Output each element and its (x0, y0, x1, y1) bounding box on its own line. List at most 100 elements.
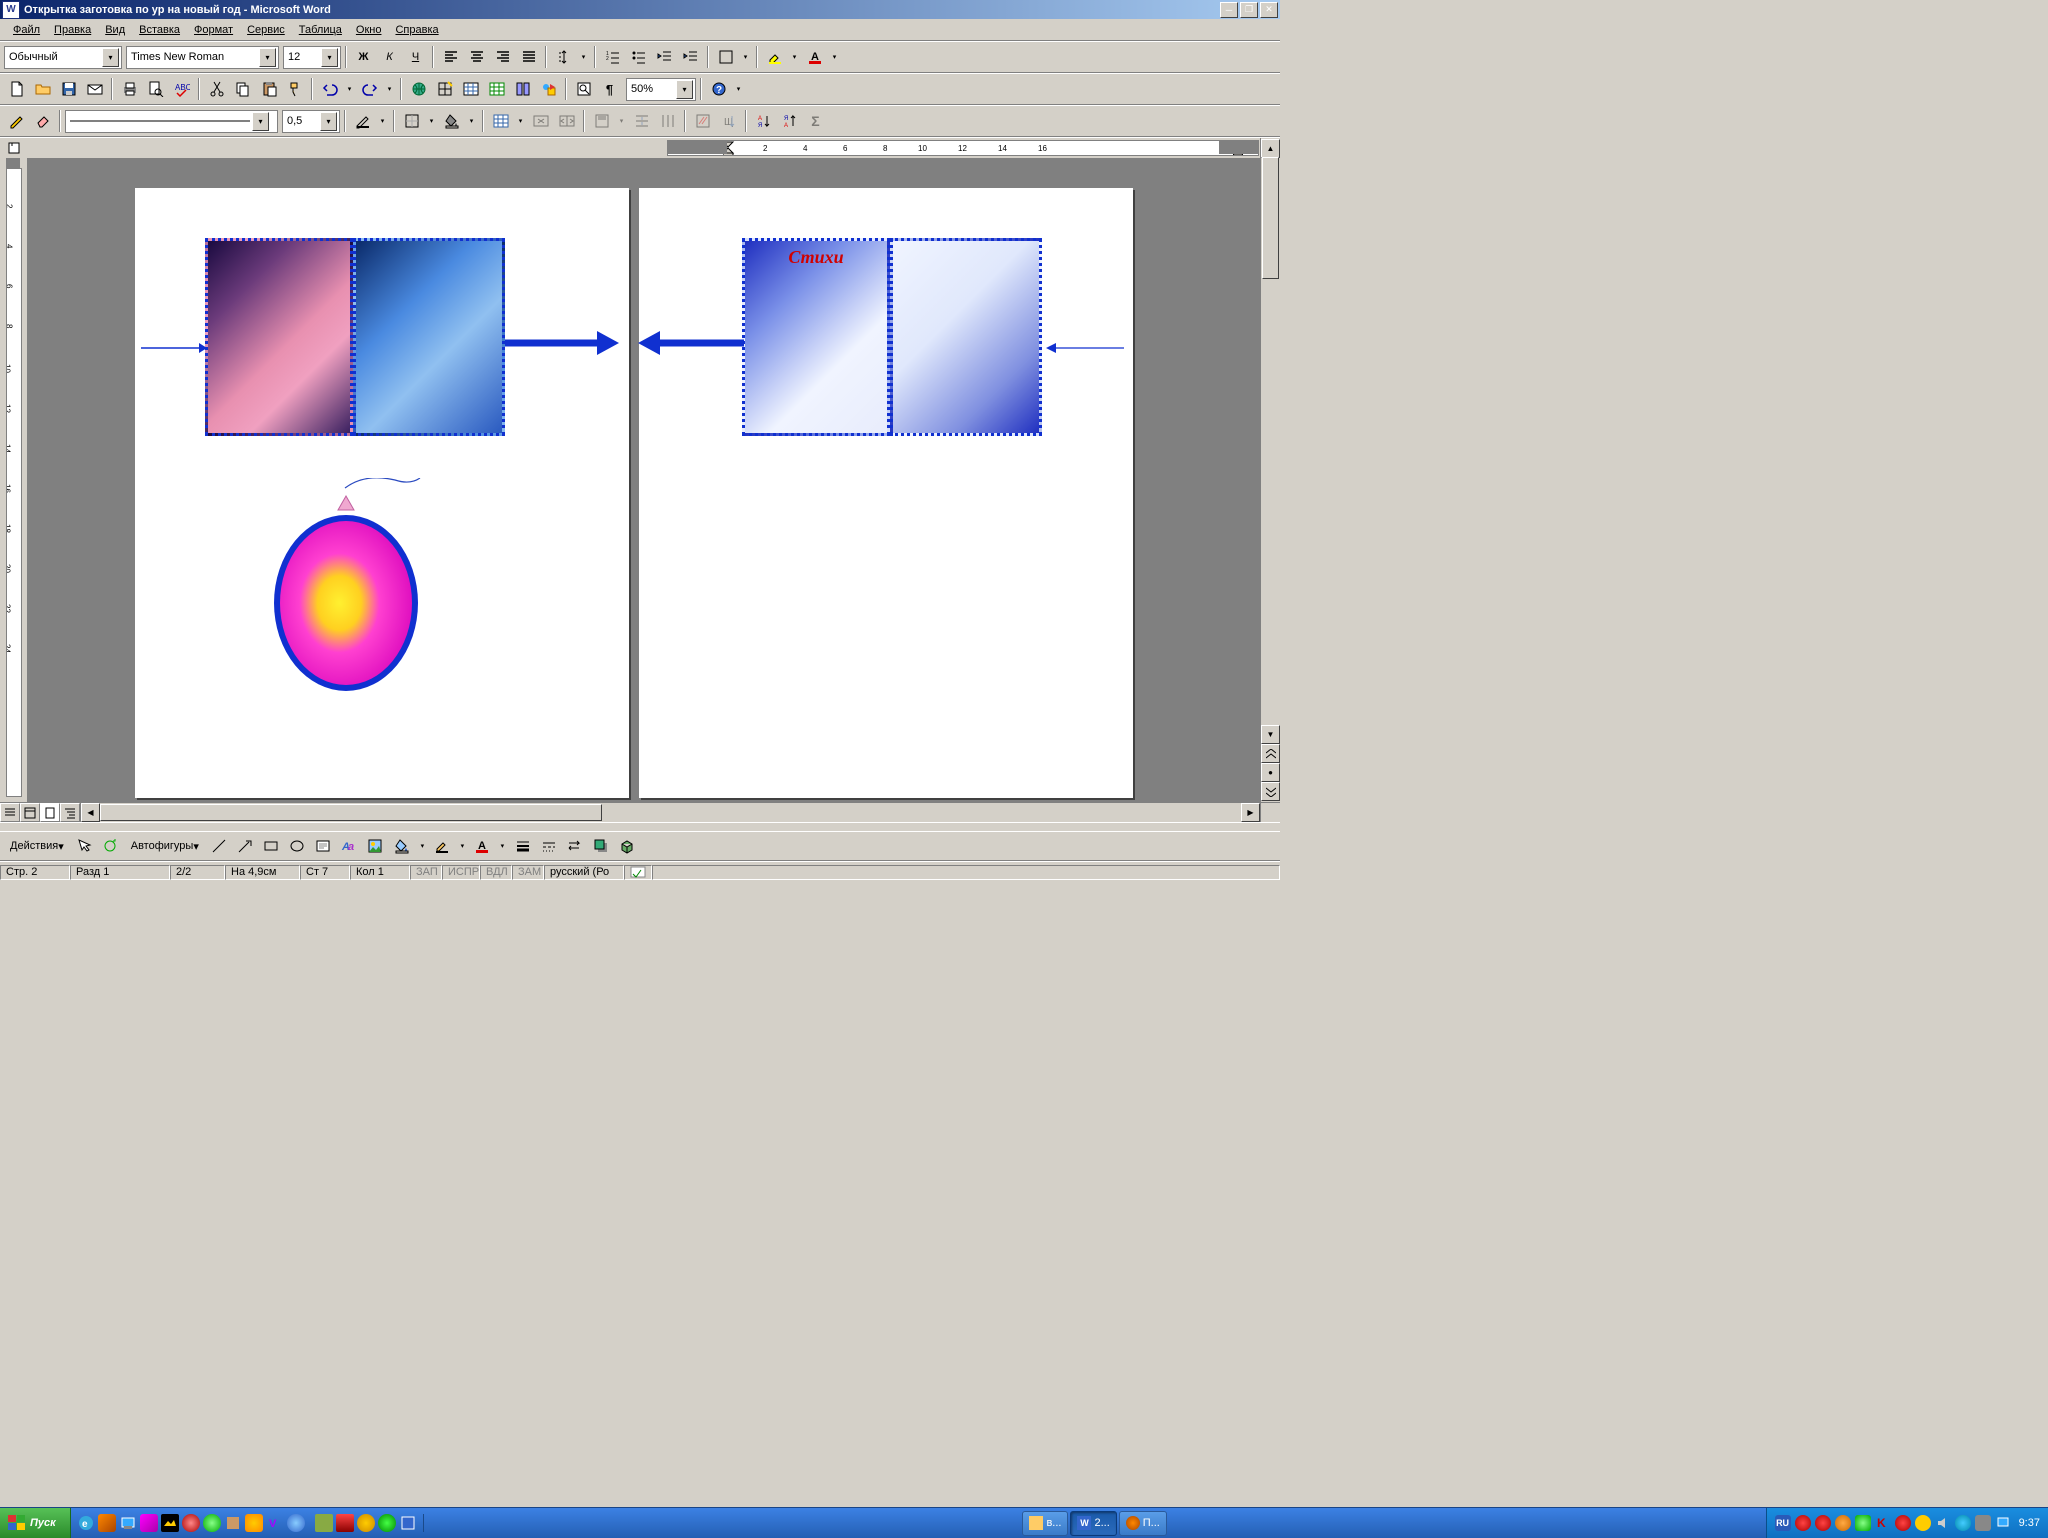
undo-dropdown[interactable] (343, 77, 356, 101)
print-button[interactable] (117, 77, 142, 101)
eraser-button[interactable] (30, 109, 55, 133)
zoom-combo[interactable]: 50% (626, 78, 696, 101)
app-icon-16[interactable] (399, 1514, 417, 1532)
increase-indent-button[interactable] (678, 45, 703, 69)
underline-button[interactable]: Ч (403, 45, 428, 69)
task-button-2[interactable]: W2... (1070, 1511, 1116, 1536)
insert-table-button-2[interactable] (488, 109, 513, 133)
wordart-text[interactable]: Стихи (745, 241, 887, 268)
tray-icon-5[interactable]: K (1875, 1515, 1891, 1531)
redo-dropdown[interactable] (383, 77, 396, 101)
browse-prev-button[interactable] (1261, 744, 1280, 763)
clock[interactable]: 9:37 (2019, 1517, 2040, 1529)
tray-icon-2[interactable] (1815, 1515, 1831, 1531)
show-desktop-icon[interactable] (119, 1514, 137, 1532)
paste-button[interactable] (256, 77, 281, 101)
highlight-dropdown[interactable] (788, 45, 801, 69)
align-left-button[interactable] (438, 45, 463, 69)
vertical-ruler[interactable]: 2468 10121416 18202224 (0, 158, 28, 802)
shading-dropdown[interactable] (465, 109, 478, 133)
browse-next-button[interactable] (1261, 782, 1280, 801)
arrow-thin-right-icon[interactable] (141, 338, 207, 358)
shape-gradient-box-pink[interactable] (205, 238, 353, 436)
align-right-button[interactable] (490, 45, 515, 69)
fill-color-button[interactable] (390, 834, 415, 858)
app-icon-11[interactable] (287, 1514, 305, 1532)
status-rec[interactable]: ЗАП (410, 865, 442, 880)
border-dropdown[interactable] (739, 45, 752, 69)
menu-tools[interactable]: Сервис (240, 22, 292, 38)
columns-button[interactable] (510, 77, 535, 101)
cut-button[interactable] (204, 77, 229, 101)
rectangle-tool-button[interactable] (259, 834, 284, 858)
hyperlink-button[interactable] (406, 77, 431, 101)
horizontal-scrollbar[interactable]: ◀ ▶ (81, 803, 1260, 822)
tray-icon-10[interactable] (1995, 1515, 2011, 1531)
style-combo[interactable]: Обычный (4, 46, 122, 69)
status-language[interactable]: русский (Ро (544, 865, 624, 880)
document-map-button[interactable] (571, 77, 596, 101)
arrow-bold-right-icon[interactable] (505, 328, 620, 358)
app-icon-14[interactable] (357, 1514, 375, 1532)
insert-table-dropdown[interactable] (514, 109, 527, 133)
restore-button[interactable]: ❐ (1240, 2, 1258, 18)
line-style-combo[interactable] (65, 110, 278, 133)
3d-button[interactable] (615, 834, 640, 858)
font-color-dropdown[interactable] (828, 45, 841, 69)
app-icon-13[interactable] (336, 1514, 354, 1532)
menu-view[interactable]: Вид (98, 22, 132, 38)
task-button-1[interactable]: в... (1022, 1511, 1068, 1536)
decrease-indent-button[interactable] (652, 45, 677, 69)
clipart-button[interactable] (363, 834, 388, 858)
tables-borders-toolbar-button[interactable] (432, 77, 457, 101)
line-spacing-dropdown[interactable] (577, 45, 590, 69)
tray-icon-8[interactable] (1955, 1515, 1971, 1531)
show-formatting-button[interactable]: ¶ (597, 77, 622, 101)
app-icon-7[interactable] (203, 1514, 221, 1532)
app-icon-4[interactable] (140, 1514, 158, 1532)
tray-icon-6[interactable] (1895, 1515, 1911, 1531)
redo-button[interactable] (357, 77, 382, 101)
ruler-corner[interactable] (0, 138, 28, 159)
app-icon-9[interactable] (245, 1514, 263, 1532)
tray-icon-1[interactable] (1795, 1515, 1811, 1531)
volume-icon[interactable] (1935, 1515, 1951, 1531)
tray-icon-9[interactable] (1975, 1515, 1991, 1531)
dash-style-button[interactable] (537, 834, 562, 858)
copy-button[interactable] (230, 77, 255, 101)
scroll-thumb[interactable] (1262, 157, 1279, 279)
tray-icon-7[interactable] (1915, 1515, 1931, 1531)
numbered-list-button[interactable]: 12 (600, 45, 625, 69)
start-button[interactable]: Пуск (0, 1508, 71, 1538)
drawing-toolbar-button[interactable] (536, 77, 561, 101)
menu-format[interactable]: Формат (187, 22, 240, 38)
font-color-dropdown-2[interactable] (496, 834, 509, 858)
save-button[interactable] (56, 77, 81, 101)
arrow-bold-left-icon[interactable] (634, 328, 744, 358)
highlight-button[interactable] (762, 45, 787, 69)
format-painter-button[interactable] (282, 77, 307, 101)
menu-edit[interactable]: Правка (47, 22, 98, 38)
horizontal-ruler[interactable]: 2 1 2 4 6 8 10 12 14 16 (27, 138, 1261, 159)
app-icon-6[interactable] (182, 1514, 200, 1532)
font-combo[interactable]: Times New Roman (126, 46, 279, 69)
free-rotate-button[interactable] (98, 834, 123, 858)
browse-object-button[interactable]: ● (1261, 763, 1280, 782)
shading-color-button[interactable] (439, 109, 464, 133)
status-trk[interactable]: ИСПР (442, 865, 480, 880)
bulleted-list-button[interactable] (626, 45, 651, 69)
bold-button[interactable]: Ж (351, 45, 376, 69)
scroll-down-button[interactable]: ▼ (1261, 725, 1280, 744)
minimize-button[interactable]: ─ (1220, 2, 1238, 18)
border-color-dropdown[interactable] (376, 109, 389, 133)
draw-table-button[interactable] (4, 109, 29, 133)
outside-border-button[interactable] (713, 45, 738, 69)
textbox-tool-button[interactable] (311, 834, 336, 858)
print-preview-button[interactable] (143, 77, 168, 101)
font-size-combo[interactable]: 12 (283, 46, 341, 69)
outline-view-button[interactable] (60, 803, 80, 822)
borders-dropdown[interactable] (425, 109, 438, 133)
normal-view-button[interactable] (0, 803, 20, 822)
ie-icon[interactable]: e (77, 1514, 95, 1532)
help-button[interactable]: ? (706, 77, 731, 101)
